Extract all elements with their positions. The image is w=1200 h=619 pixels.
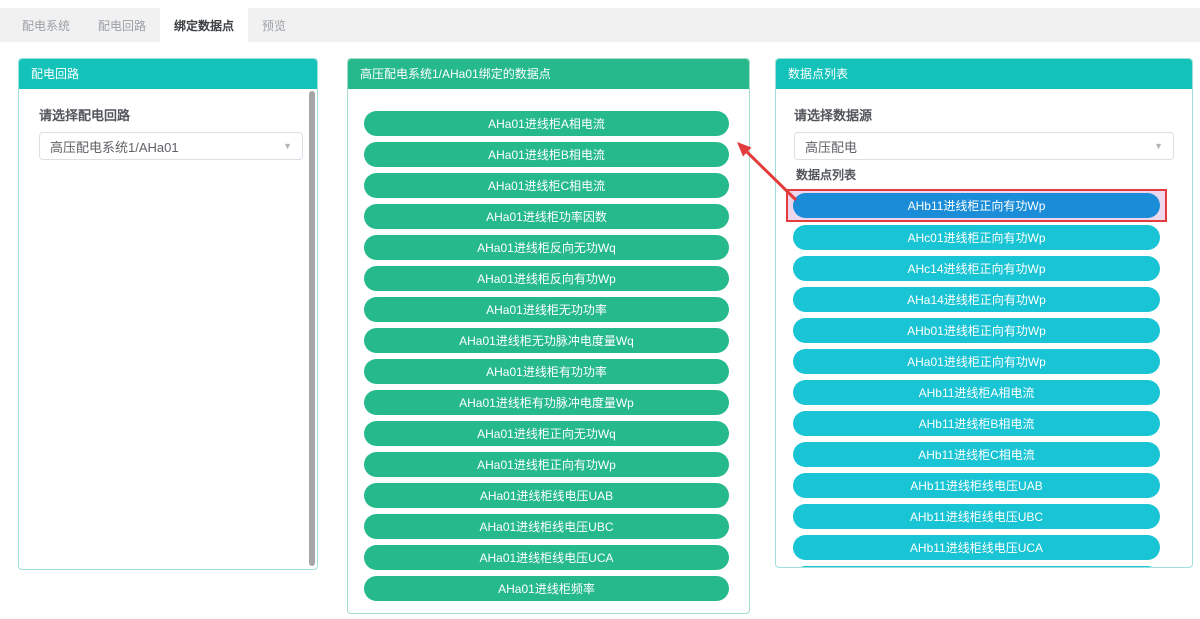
data-point-pill[interactable]: AHb11进线柜线电压UBC (793, 504, 1160, 529)
data-point-pill[interactable]: AHa01进线柜频率 (364, 576, 729, 601)
tab-distribution-system[interactable]: 配电系统 (8, 8, 84, 42)
datasource-select-label: 请选择数据源 (794, 105, 1174, 124)
data-point-pill[interactable]: AHa01进线柜有功脉冲电度量Wp (364, 390, 729, 415)
data-points-list-label: 数据点列表 (796, 166, 1174, 183)
data-point-pill[interactable]: AHb11进线柜线电压UAB (793, 473, 1160, 498)
bound-points-panel-title: 高压配电系统1/AHa01绑定的数据点 (348, 59, 749, 89)
tab-bar: 配电系统 配电回路 绑定数据点 预览 (0, 8, 1200, 42)
data-point-pill[interactable]: AHb11进线柜C相电流 (793, 442, 1160, 467)
data-point-pill[interactable]: AHb11进线柜正向有功Wp (793, 193, 1160, 218)
data-point-pill[interactable]: AHa01进线柜正向有功Wp (793, 349, 1160, 374)
bound-points-list: AHa01进线柜A相电流 AHa01进线柜B相电流 AHa01进线柜C相电流 AHa0… (348, 89, 749, 601)
data-points-list: AHb11进线柜正向有功Wp AHc01进线柜正向有功Wp AHc14进线柜正向有功… (776, 190, 1192, 568)
circuit-select[interactable]: 高压配电系统1/AHa01 ▼ (39, 132, 303, 160)
data-point-pill[interactable]: AHa01进线柜正向有功Wp (364, 452, 729, 477)
scrollbar-thumb[interactable] (309, 91, 315, 566)
data-point-pill[interactable]: AHa01进线柜A相电流 (364, 111, 729, 136)
data-point-pill[interactable]: AHa01进线柜无功功率 (364, 297, 729, 322)
data-points-panel: 数据点列表 请选择数据源 高压配电 ▼ 数据点列表 AHb11进线柜正向有功Wp… (775, 58, 1193, 568)
circuit-select-label: 请选择配电回路 (39, 105, 303, 124)
data-point-pill[interactable]: AHa01进线柜有功功率 (364, 359, 729, 384)
data-point-pill[interactable]: AHb01进线柜正向有功Wp (793, 318, 1160, 343)
chevron-down-icon: ▼ (283, 142, 292, 151)
tab-preview[interactable]: 预览 (248, 8, 300, 42)
data-point-pill[interactable]: AHa14进线柜正向有功Wp (793, 287, 1160, 312)
circuit-panel-title: 配电回路 (19, 59, 317, 89)
top-strip (0, 0, 1200, 8)
data-point-pill[interactable]: AHb11进线柜有功功率 (793, 566, 1160, 568)
data-points-panel-title: 数据点列表 (776, 59, 1192, 89)
selected-data-point-highlight: AHb11进线柜正向有功Wp (786, 189, 1167, 222)
data-point-pill[interactable]: AHa01进线柜线电压UCA (364, 545, 729, 570)
circuit-select-value: 高压配电系统1/AHa01 (50, 137, 179, 156)
data-point-pill[interactable]: AHc14进线柜正向有功Wp (793, 256, 1160, 281)
data-point-pill[interactable]: AHa01进线柜反向有功Wp (364, 266, 729, 291)
tab-bind-data-points[interactable]: 绑定数据点 (160, 8, 248, 42)
data-point-pill[interactable]: AHa01进线柜线电压UBC (364, 514, 729, 539)
main-content: 配电回路 请选择配电回路 高压配电系统1/AHa01 ▼ 高压配电系统1/AHa… (0, 42, 1200, 619)
data-point-pill[interactable]: AHb11进线柜A相电流 (793, 380, 1160, 405)
data-point-pill[interactable]: AHa01进线柜功率因数 (364, 204, 729, 229)
data-point-pill[interactable]: AHa01进线柜B相电流 (364, 142, 729, 167)
chevron-down-icon: ▼ (1154, 142, 1163, 151)
data-point-pill[interactable]: AHb11进线柜B相电流 (793, 411, 1160, 436)
circuit-panel: 配电回路 请选择配电回路 高压配电系统1/AHa01 ▼ (18, 58, 318, 570)
data-point-pill[interactable]: AHb11进线柜线电压UCA (793, 535, 1160, 560)
data-point-pill[interactable]: AHa01进线柜C相电流 (364, 173, 729, 198)
tab-distribution-circuit[interactable]: 配电回路 (84, 8, 160, 42)
datasource-select-value: 高压配电 (805, 137, 857, 156)
data-point-pill[interactable]: AHa01进线柜无功脉冲电度量Wq (364, 328, 729, 353)
data-point-pill[interactable]: AHc01进线柜正向有功Wp (793, 225, 1160, 250)
data-point-pill[interactable]: AHa01进线柜正向无功Wq (364, 421, 729, 446)
data-point-pill[interactable]: AHa01进线柜反向无功Wq (364, 235, 729, 260)
bound-points-panel: 高压配电系统1/AHa01绑定的数据点 AHa01进线柜A相电流AHa01进线柜… (347, 58, 750, 614)
data-point-pill[interactable]: AHa01进线柜线电压UAB (364, 483, 729, 508)
datasource-select[interactable]: 高压配电 ▼ (794, 132, 1174, 160)
